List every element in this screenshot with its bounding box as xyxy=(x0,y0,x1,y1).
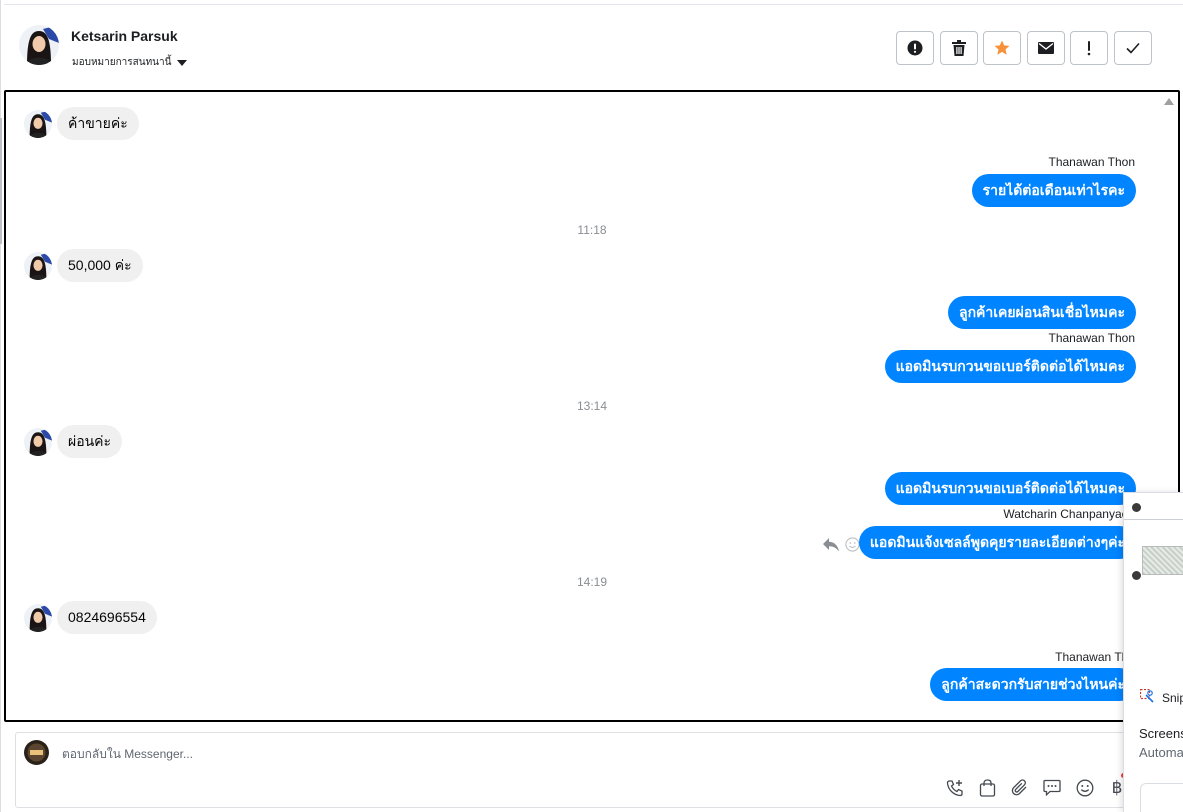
chat-bubble-icon[interactable] xyxy=(1042,777,1063,798)
snip-app-icon xyxy=(1139,688,1154,706)
left-scroll-indicator xyxy=(0,118,2,244)
popup-thumbnail-image xyxy=(1142,546,1183,575)
message-row: ผ่อนค่ะ xyxy=(24,425,123,458)
contact-avatar-small xyxy=(24,109,52,138)
message-tools xyxy=(817,537,860,557)
sender-name: Thanawan Thon xyxy=(1048,155,1135,169)
react-smiley-icon[interactable] xyxy=(845,537,860,557)
timestamp: 11:18 xyxy=(577,223,607,237)
assign-label: มอบหมายการสนทนานี้ xyxy=(72,57,172,68)
paperclip-icon[interactable] xyxy=(1009,777,1030,798)
incoming-message[interactable]: 0824696554 xyxy=(57,601,157,634)
outgoing-message[interactable]: แอดมินรบกวนขอเบอร์ติดต่อได้ไหมคะ xyxy=(884,472,1136,505)
star-button[interactable] xyxy=(983,31,1021,65)
incoming-message[interactable]: ค้าขายค่ะ xyxy=(57,107,139,140)
page-avatar xyxy=(24,740,49,765)
snip-notification-popup[interactable]: Snip Screens Automa xyxy=(1123,492,1183,812)
header-actions xyxy=(896,31,1157,65)
follow-up-button[interactable] xyxy=(1070,31,1108,65)
delete-button[interactable] xyxy=(939,31,978,65)
check-icon xyxy=(1125,42,1140,54)
outgoing-message[interactable]: รายได้ต่อเดือนเท่าไรคะ xyxy=(971,174,1136,207)
reply-composer: ฿ xyxy=(15,732,1135,808)
popup-subtitle: Automa xyxy=(1139,745,1183,760)
mini-avatar xyxy=(1132,571,1141,580)
messenger-inbox-page: Ketsarin Parsuk มอบหมายการสนทนานี้ ค้าขา… xyxy=(0,0,1183,812)
contact-avatar-small xyxy=(24,603,52,632)
timestamp: 14:19 xyxy=(576,575,608,589)
outgoing-message[interactable]: ลูกค้าสะดวกรับสายช่วงไหนค่ะ xyxy=(930,668,1136,701)
sender-name: Thanawan Thon xyxy=(1048,331,1135,345)
exclamation-icon xyxy=(1086,40,1092,56)
mark-unread-button[interactable] xyxy=(1026,31,1065,65)
popup-preview-box[interactable] xyxy=(1140,783,1183,812)
outgoing-message[interactable]: ลูกค้าเคยผ่อนสินเชื่อไหมคะ xyxy=(947,296,1136,329)
incoming-message[interactable]: ผ่อนค่ะ xyxy=(57,425,123,458)
snip-app-name: Snip xyxy=(1162,690,1183,705)
scroll-up-arrow-icon[interactable] xyxy=(1164,98,1174,105)
contact-avatar-small xyxy=(24,251,52,280)
caret-down-icon xyxy=(177,59,188,66)
star-icon xyxy=(994,40,1010,56)
reply-input[interactable] xyxy=(62,747,762,761)
smiley-icon[interactable] xyxy=(1074,777,1095,798)
popup-title: Screens xyxy=(1139,726,1183,741)
contact-avatar-small xyxy=(24,427,52,456)
shopping-bag-icon[interactable] xyxy=(977,777,998,798)
composer-tools: ฿ xyxy=(944,777,1139,798)
contact-avatar[interactable] xyxy=(19,25,59,65)
incoming-message[interactable]: 50,000 ค่ะ xyxy=(57,249,143,282)
mark-spam-button[interactable] xyxy=(896,31,934,65)
message-row: 0824696554 xyxy=(24,601,157,634)
conversation-panel[interactable]: ค้าขายค่ะ Thanawan Thon รายได้ต่อเดือนเท… xyxy=(4,90,1180,722)
conversation-header: Ketsarin Parsuk มอบหมายการสนทนานี้ xyxy=(5,5,1183,89)
trash-icon xyxy=(951,40,966,56)
reply-icon[interactable] xyxy=(823,537,839,557)
mini-avatar xyxy=(1132,503,1141,512)
snip-app-row: Snip xyxy=(1139,688,1183,706)
outgoing-message[interactable]: แอดมินรบกวนขอเบอร์ติดต่อได้ไหมคะ xyxy=(884,350,1136,383)
sender-name: Watcharin Chanpanyacho xyxy=(1003,507,1141,521)
outgoing-message[interactable]: แอดมินแจ้งเซลล์พูดคุยรายละเอียดต่างๆค่ะ xyxy=(858,526,1136,559)
exclamation-circle-icon xyxy=(907,40,923,56)
popup-thumbnail-header xyxy=(1124,493,1183,520)
message-row: ค้าขายค่ะ xyxy=(24,107,139,140)
mark-done-button[interactable] xyxy=(1113,31,1152,65)
envelope-icon xyxy=(1037,42,1054,54)
timestamp: 13:14 xyxy=(576,399,608,413)
message-row: 50,000 ค่ะ xyxy=(24,249,143,282)
phone-add-icon[interactable] xyxy=(944,777,965,798)
assign-conversation-dropdown[interactable]: มอบหมายการสนทนานี้ xyxy=(72,55,188,70)
contact-name[interactable]: Ketsarin Parsuk xyxy=(71,28,178,44)
